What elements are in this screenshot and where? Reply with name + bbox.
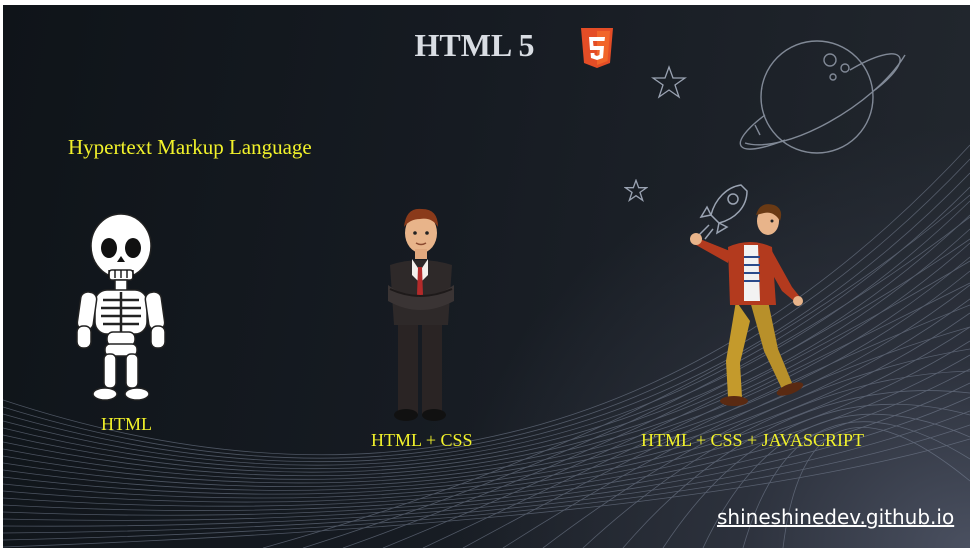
skeleton-figure — [76, 213, 166, 401]
dancing-man-figure — [690, 204, 804, 406]
star-icon — [624, 179, 648, 203]
star-icon — [651, 65, 687, 99]
slide-subtitle: Hypertext Markup Language — [68, 135, 312, 159]
suit-man-figure — [388, 208, 454, 421]
stage-label-html-css: HTML + CSS — [371, 430, 473, 450]
presentation-slide: HTML 5 Hypertext Markup Language HTML HT… — [3, 5, 970, 548]
stage-label-html: HTML — [101, 414, 152, 434]
footer-site-link[interactable]: shineshinedev.github.io — [717, 506, 970, 528]
slide-title: HTML 5 — [414, 27, 535, 63]
html5-logo-icon — [581, 28, 613, 68]
stage-label-html-css-js: HTML + CSS + JAVASCRIPT — [641, 430, 865, 450]
